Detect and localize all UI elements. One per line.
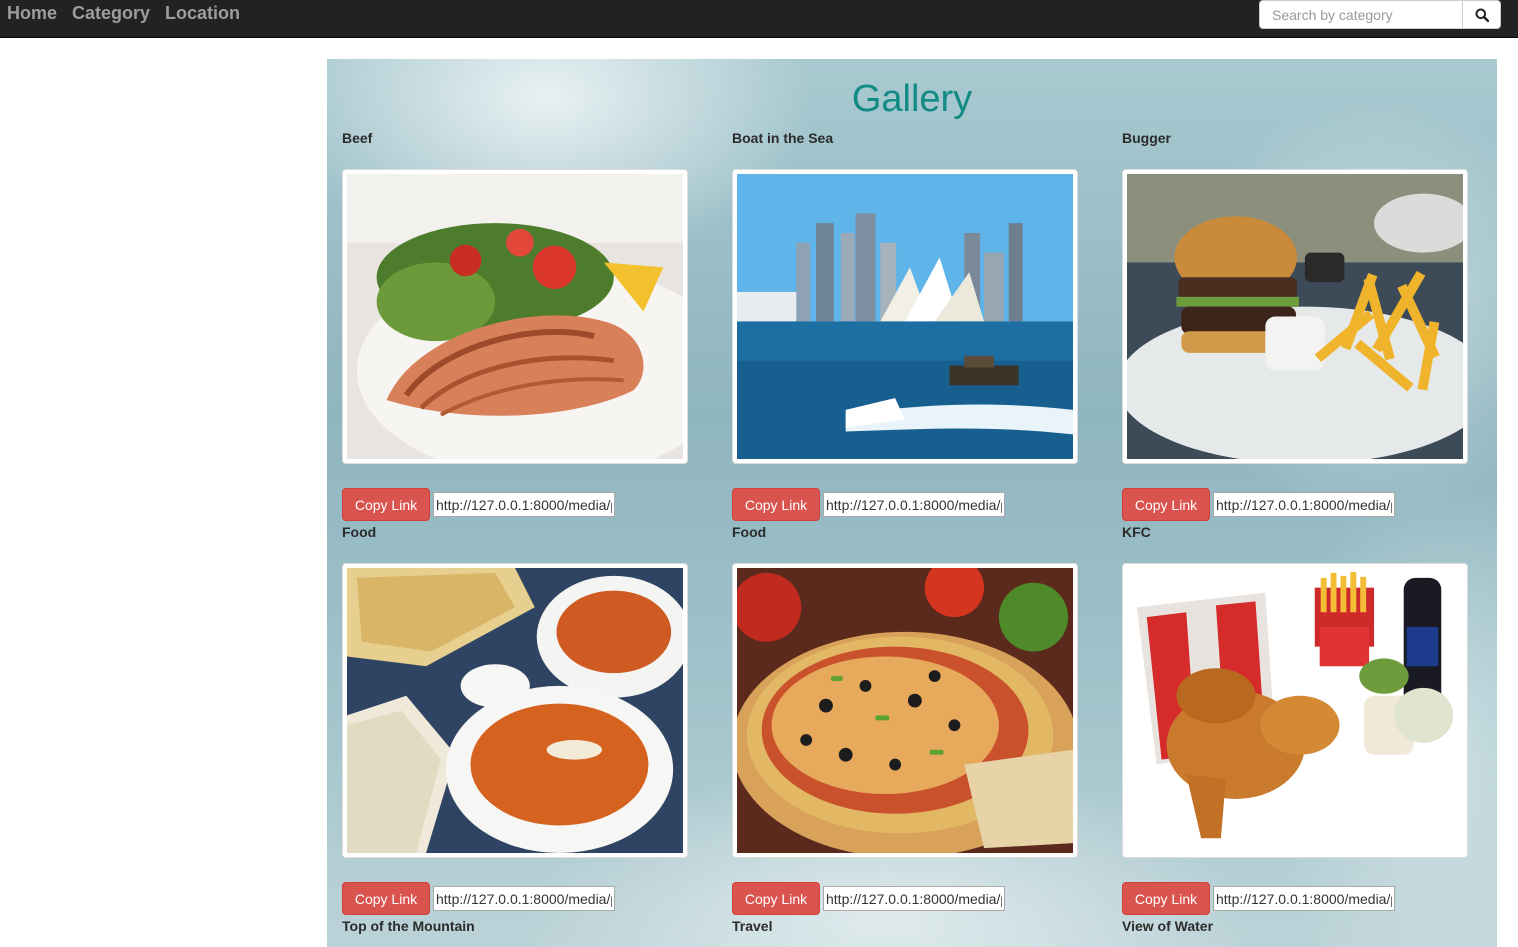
nav-category-link[interactable]: Category — [72, 3, 150, 23]
card-title: Food — [342, 524, 377, 540]
copy-link-button[interactable]: Copy Link — [732, 882, 820, 915]
card-title: Food — [732, 524, 767, 540]
grilled-salmon-salad-photo — [347, 174, 683, 459]
card-title: View of Water — [1122, 918, 1214, 934]
search-icon — [1475, 8, 1489, 22]
nav-home-link[interactable]: Home — [7, 3, 57, 23]
navbar: Home Category Location — [0, 0, 1518, 38]
copy-link-button[interactable]: Copy Link — [1122, 488, 1210, 521]
image-thumbnail[interactable] — [732, 169, 1078, 464]
card-title: KFC — [1122, 524, 1151, 540]
card-title: Beef — [342, 130, 373, 146]
search-input[interactable] — [1259, 0, 1463, 29]
card-title: Travel — [732, 918, 773, 934]
card-title: Top of the Mountain — [342, 918, 475, 934]
pizza-photo — [737, 568, 1073, 853]
search-form — [1259, 0, 1501, 29]
image-thumbnail[interactable] — [342, 563, 688, 858]
sydney-harbour-boat-photo — [737, 174, 1073, 459]
kfc-bucket-photo — [1127, 568, 1463, 853]
image-link-field[interactable] — [1213, 492, 1395, 517]
image-link-field[interactable] — [823, 492, 1005, 517]
image-link-field[interactable] — [433, 886, 615, 911]
copy-link-button[interactable]: Copy Link — [1122, 882, 1210, 915]
image-link-field[interactable] — [823, 886, 1005, 911]
nav-location-link[interactable]: Location — [165, 3, 240, 23]
copy-link-button[interactable]: Copy Link — [732, 488, 820, 521]
copy-link-button[interactable]: Copy Link — [342, 488, 430, 521]
burger-and-fries-photo — [1127, 174, 1463, 459]
image-thumbnail[interactable] — [1122, 169, 1468, 464]
curry-naan-rice-photo — [347, 568, 683, 853]
image-thumbnail[interactable] — [732, 563, 1078, 858]
image-thumbnail[interactable] — [342, 169, 688, 464]
search-button[interactable] — [1462, 0, 1501, 29]
gallery-panel: Gallery Beef Copy Link Boat in the Sea — [327, 59, 1497, 947]
page-title: Gallery — [851, 78, 973, 120]
card-title: Boat in the Sea — [732, 130, 834, 146]
image-thumbnail[interactable] — [1122, 563, 1468, 858]
card-title: Bugger — [1122, 130, 1171, 146]
image-link-field[interactable] — [1213, 886, 1395, 911]
copy-link-button[interactable]: Copy Link — [342, 882, 430, 915]
image-link-field[interactable] — [433, 492, 615, 517]
